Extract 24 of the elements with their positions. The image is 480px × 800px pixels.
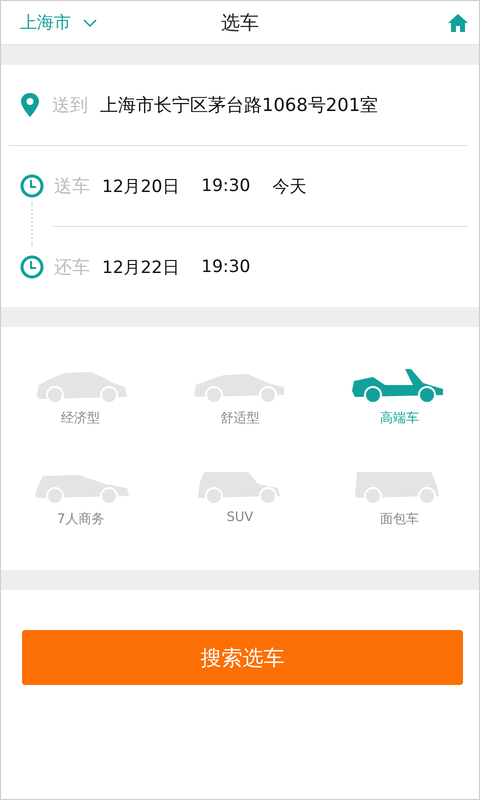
time-value[interactable]: 19:30	[201, 257, 250, 277]
car-type-option[interactable]: 7人商务	[1, 466, 160, 540]
search-button[interactable]: 搜索选车	[22, 630, 463, 685]
car-type-option[interactable]: 经济型	[1, 365, 160, 440]
delivery-label: 送到	[52, 94, 88, 117]
location-pin-icon	[20, 92, 40, 118]
home-icon[interactable]	[447, 12, 469, 32]
city-selector[interactable]: 上海市	[20, 11, 97, 34]
date-value[interactable]: 12月20日	[102, 174, 180, 198]
car-type-option[interactable]: 舒适型	[160, 365, 320, 440]
timeline-connector	[31, 202, 33, 246]
clock-icon	[20, 174, 44, 198]
clock-icon	[20, 255, 44, 279]
time-value[interactable]: 19:30	[201, 176, 250, 196]
delivery-address[interactable]: 上海市长宁区茅台路1068号201室	[100, 93, 378, 117]
page-title: 选车	[221, 10, 259, 36]
chevron-down-icon	[83, 18, 97, 28]
car-type-option[interactable]: 面包车	[320, 466, 479, 540]
date-value[interactable]: 12月22日	[102, 256, 180, 278]
day-note: 今天	[272, 176, 306, 198]
car-type-option[interactable]: 高端车	[320, 365, 479, 440]
time-label: 还车	[54, 256, 90, 279]
time-label: 送车	[54, 175, 90, 198]
car-type-option[interactable]: SUV	[160, 466, 320, 540]
